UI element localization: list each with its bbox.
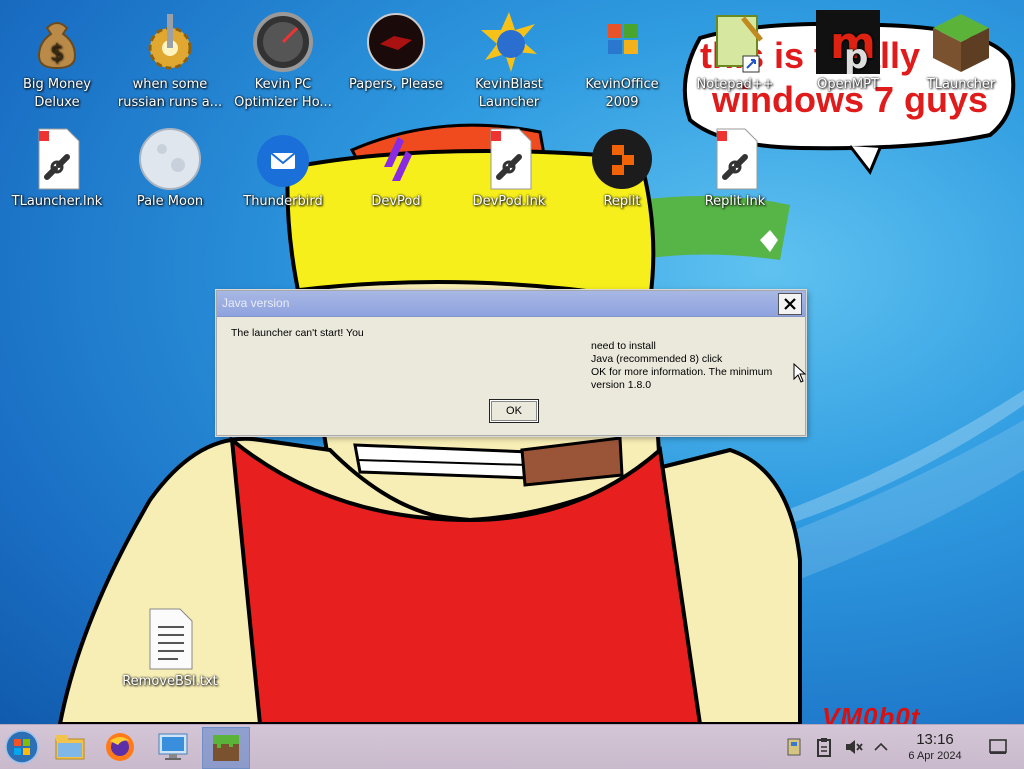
shortcut-file-icon	[477, 127, 541, 191]
dialog-message-line: version 1.8.0	[591, 379, 652, 391]
notepad-plus-plus-icon	[703, 10, 767, 74]
desktop-icon-tlauncher-lnk[interactable]: TLauncher.lnk	[1, 127, 113, 211]
firefox-icon	[106, 733, 134, 761]
dialog-message-line: OK for more information. The minimum	[591, 366, 773, 378]
svg-text:$: $	[50, 41, 64, 66]
desktop-icon-openmpt[interactable]: mp OpenMPT	[792, 10, 904, 94]
desktop-icon-kevinblast-launcher[interactable]: KevinBlast Launcher	[453, 10, 565, 112]
desktop-icon-pale-moon[interactable]: Pale Moon	[114, 127, 226, 211]
desktop-icon-thunderbird[interactable]: Thunderbird	[227, 127, 339, 211]
taskbar-minecraft[interactable]	[202, 727, 250, 769]
chevron-up-icon	[874, 742, 888, 751]
desktop-icon-replit-lnk[interactable]: Replit.lnk	[679, 127, 791, 211]
desktop-icon-removebsi-txt[interactable]: RemoveBSI.txt	[114, 607, 226, 691]
desktop-icon-replit[interactable]: Replit	[566, 127, 678, 211]
dialog-close-button[interactable]	[778, 293, 802, 315]
dialog-message-part2: need to install Java (recommended 8) cli…	[591, 340, 772, 392]
volume-muted-icon	[846, 740, 863, 754]
taskbar-clock[interactable]: 13:16 6 Apr 2024	[893, 731, 977, 763]
file-explorer-icon	[55, 735, 85, 760]
shortcut-file-icon	[703, 127, 767, 191]
close-icon	[784, 298, 796, 310]
desktop-icon-big-money-deluxe[interactable]: $ Big Money Deluxe	[1, 10, 113, 112]
papers-please-icon	[364, 10, 428, 74]
ok-button[interactable]: OK	[489, 399, 539, 423]
mouse-cursor-icon	[793, 363, 807, 383]
usb-icon	[787, 738, 801, 756]
dialog-message-line: Java (recommended 8) click	[591, 353, 723, 365]
sun-globe-icon	[477, 10, 541, 74]
desktop-icon-devpod-lnk[interactable]: DevPod.lnk	[453, 127, 565, 211]
clock-time: 13:16	[916, 731, 954, 748]
grass-block-icon	[929, 10, 993, 74]
windows-orb-icon	[5, 730, 39, 764]
tray-volume[interactable]	[842, 725, 866, 769]
gear-icon	[138, 10, 202, 74]
taskbar	[0, 724, 1024, 769]
desktop-icon-notepad-plus-plus[interactable]: Notepad++	[679, 10, 791, 94]
office-icon	[590, 10, 654, 74]
dialog-title: Java version	[222, 296, 290, 310]
tray-usb[interactable]	[782, 725, 806, 769]
start-button[interactable]	[2, 727, 42, 767]
openmpt-icon: mp	[816, 10, 880, 77]
clock-date: 6 Apr 2024	[908, 750, 962, 762]
desktop-icon-papers-please[interactable]: Papers, Please	[340, 10, 452, 94]
dialog-title-bar[interactable]: Java version	[217, 291, 805, 317]
thunderbird-icon	[251, 127, 315, 191]
replit-icon	[590, 127, 654, 191]
moon-icon	[138, 127, 202, 191]
dialog-message-part1: The launcher can't start! You	[231, 327, 364, 339]
dialog-message-line: need to install	[591, 340, 656, 352]
money-bag-icon: $	[25, 10, 89, 74]
tray-expand[interactable]	[870, 725, 892, 769]
java-version-dialog: Java version The launcher can't start! Y…	[216, 290, 806, 436]
taskbar-firefox[interactable]	[100, 727, 140, 767]
show-desktop-icon	[989, 739, 1007, 754]
svg-text:p: p	[844, 37, 868, 74]
shortcut-file-icon	[25, 127, 89, 191]
gauge-icon	[251, 10, 315, 74]
desktop-icon-kevinoffice-2009[interactable]: KevinOffice 2009	[566, 10, 678, 112]
desktop-icon-kevin-pc-optimizer[interactable]: Kevin PC Optimizer Ho...	[227, 10, 339, 112]
clipboard-icon	[817, 738, 831, 757]
taskbar-remote-desktop[interactable]	[153, 727, 193, 767]
minecraft-icon	[213, 735, 239, 761]
taskbar-file-explorer[interactable]	[50, 727, 90, 767]
devpod-icon	[364, 127, 428, 191]
tray-clipboard[interactable]	[812, 725, 836, 769]
remote-desktop-icon	[158, 733, 188, 760]
show-desktop-button[interactable]	[984, 725, 1012, 769]
desktop-icon-tlauncher[interactable]: TLauncher	[905, 10, 1017, 94]
text-file-icon	[138, 607, 202, 671]
desktop-icon-devpod[interactable]: DevPod	[340, 127, 452, 211]
desktop-icon-russian[interactable]: when some russian runs a...	[114, 10, 226, 112]
